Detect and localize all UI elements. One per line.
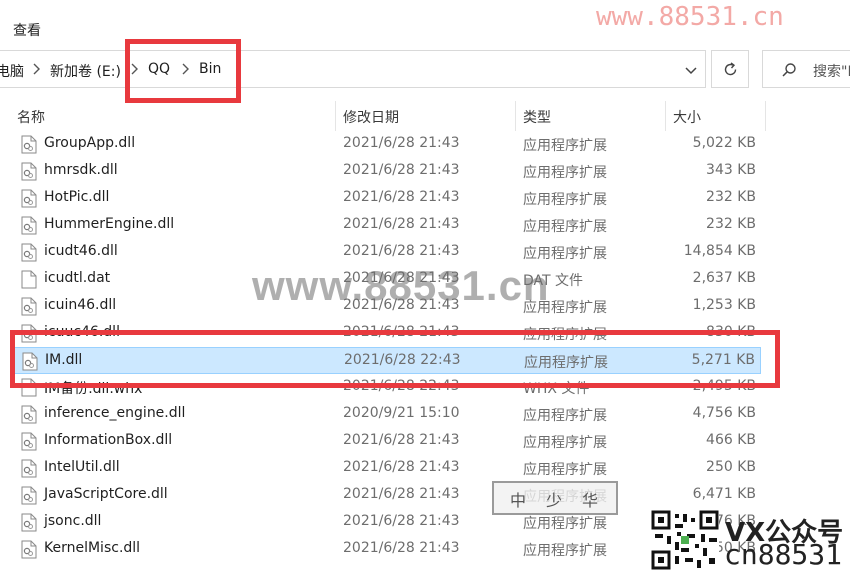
file-modified-date: 2021/6/28 21:43: [343, 432, 460, 448]
dll-file-icon: [21, 162, 37, 181]
file-modified-date: 2021/6/28 21:43: [343, 135, 460, 151]
file-name: InformationBox.dll: [44, 432, 173, 448]
file-name: hmrsdk.dll: [44, 162, 118, 178]
refresh-icon: [724, 62, 737, 76]
file-size: 14,854 KB: [683, 243, 756, 259]
watermark-url-center: www.88531.cn: [252, 262, 550, 309]
dll-file-icon: [21, 297, 37, 316]
file-type: 应用程序扩展: [523, 165, 607, 181]
file-size: 250 KB: [706, 459, 756, 475]
file-name: HummerEngine.dll: [44, 216, 175, 232]
file-modified-date: 2020/9/21 15:10: [343, 405, 460, 421]
dll-file-icon: [21, 189, 37, 208]
file-size: 232 KB: [706, 216, 756, 232]
file-type: 应用程序扩展: [523, 543, 607, 559]
file-name: inference_engine.dll: [44, 405, 186, 421]
highlight-box-selected-file: [10, 330, 780, 388]
address-bar[interactable]: 电脑 新加卷 (E:) QQ Bin: [0, 50, 706, 88]
breadcrumb-this-pc[interactable]: 电脑: [0, 61, 24, 81]
file-size: 6,471 KB: [692, 486, 756, 502]
file-type: 应用程序扩展: [523, 408, 607, 424]
file-row[interactable]: jsonc.dll 2021/6/28 21:43 应用程序扩展 76 KB: [13, 509, 761, 536]
file-row[interactable]: KernelMisc.dll 2021/6/28 21:43 应用程序扩展 50 KB: [13, 536, 761, 563]
file-size: 4,756 KB: [692, 405, 756, 421]
file-type: 应用程序扩展: [523, 435, 607, 451]
watermark-code: cn88531: [724, 538, 843, 570]
file-row[interactable]: IntelUtil.dll 2021/6/28 21:43 应用程序扩展 250 KB: [13, 455, 761, 482]
dll-file-icon: [21, 432, 37, 451]
dll-file-icon: [21, 540, 37, 559]
file-type: 应用程序扩展: [523, 219, 607, 235]
dll-file-icon: [21, 486, 37, 505]
column-divider[interactable]: [515, 101, 516, 131]
file-modified-date: 2021/6/28 21:43: [343, 216, 460, 232]
search-icon: [782, 63, 796, 77]
search-placeholder: 搜索"Bin": [813, 64, 850, 80]
file-row[interactable]: JavaScriptCore.dll2021/6/28 21:43应用程序扩展6…: [13, 482, 761, 509]
column-divider[interactable]: [665, 101, 666, 131]
file-row[interactable]: InformationBox.dll 2021/6/28 21:43 应用程序扩展 4…: [13, 428, 761, 455]
file-name: HotPic.dll: [44, 189, 110, 205]
file-name: icudt46.dll: [44, 243, 118, 259]
file-modified-date: 2021/6/28 21:43: [343, 513, 460, 529]
watermark-url-top: www.88531.cn: [596, 2, 784, 32]
refresh-button[interactable]: [711, 50, 749, 88]
chevron-down-icon[interactable]: [683, 62, 699, 78]
dll-file-icon: [21, 135, 37, 154]
qr-code-icon: [651, 510, 719, 570]
file-row[interactable]: GroupApp.dll 2021/6/28 21:43 应用程序扩展 5,022 K…: [13, 131, 761, 158]
file-name: KernelMisc.dll: [44, 540, 141, 556]
file-type: 应用程序扩展: [523, 192, 607, 208]
file-row[interactable]: HummerEngine.dll 2021/6/28 21:43 应用程序扩展 232…: [13, 212, 761, 239]
breadcrumb-drive-e[interactable]: 新加卷 (E:): [50, 61, 121, 81]
seal-char: 中: [510, 491, 527, 510]
column-divider[interactable]: [765, 101, 766, 131]
file-name: jsonc.dll: [44, 513, 102, 529]
chevron-right-icon[interactable]: [31, 62, 41, 76]
file-row[interactable]: hmrsdk.dll 2021/6/28 21:43 应用程序扩展 343 KB: [13, 158, 761, 185]
highlight-box-path: [125, 39, 241, 103]
file-type: 应用程序扩展: [523, 138, 607, 154]
file-size: 466 KB: [706, 432, 756, 448]
file-name: icuin46.dll: [44, 297, 117, 313]
file-explorer-window: 查看 www.88531.cn 电脑 新加卷 (E:) QQ Bin 搜索"Bi…: [0, 0, 850, 570]
file-modified-date: 2021/6/28 21:43: [343, 189, 460, 205]
file-modified-date: 2021/6/28 21:43: [343, 486, 460, 502]
file-name: IntelUtil.dll: [44, 459, 120, 475]
dll-file-icon: [21, 216, 37, 235]
watermark-seal: 中 少 华: [492, 481, 618, 515]
file-name: GroupApp.dll: [44, 135, 136, 151]
dll-file-icon: [21, 243, 37, 262]
search-input[interactable]: 搜索"Bin": [762, 50, 850, 88]
file-name: icudtl.dat: [44, 270, 111, 286]
file-size: 5,022 KB: [692, 135, 756, 151]
file-size: 1,253 KB: [692, 297, 756, 313]
dll-file-icon: [21, 405, 37, 424]
file-size: 2,637 KB: [692, 270, 756, 286]
file-type: 应用程序扩展: [523, 516, 607, 532]
ribbon-tab-view[interactable]: 查看: [13, 20, 41, 40]
column-divider[interactable]: [335, 101, 336, 131]
file-size: 343 KB: [706, 162, 756, 178]
seal-char: 少: [546, 491, 563, 510]
file-type: 应用程序扩展: [523, 462, 607, 478]
file-size: 232 KB: [706, 189, 756, 205]
seal-char: 华: [582, 491, 599, 510]
dll-file-icon: [21, 459, 37, 478]
file-modified-date: 2021/6/28 21:43: [343, 243, 460, 259]
file-row[interactable]: HotPic.dll 2021/6/28 21:43 应用程序扩展 232 KB: [13, 185, 761, 212]
file-name: JavaScriptCore.dll: [44, 486, 168, 502]
file-modified-date: 2021/6/28 21:43: [343, 459, 460, 475]
blank-file-icon: [21, 270, 37, 289]
dll-file-icon: [21, 513, 37, 532]
file-modified-date: 2021/6/28 21:43: [343, 540, 460, 556]
file-row[interactable]: inference_engine.dll 2020/9/21 15:10 应用程序扩…: [13, 401, 761, 428]
file-type: 应用程序扩展: [523, 246, 607, 262]
file-modified-date: 2021/6/28 21:43: [343, 162, 460, 178]
